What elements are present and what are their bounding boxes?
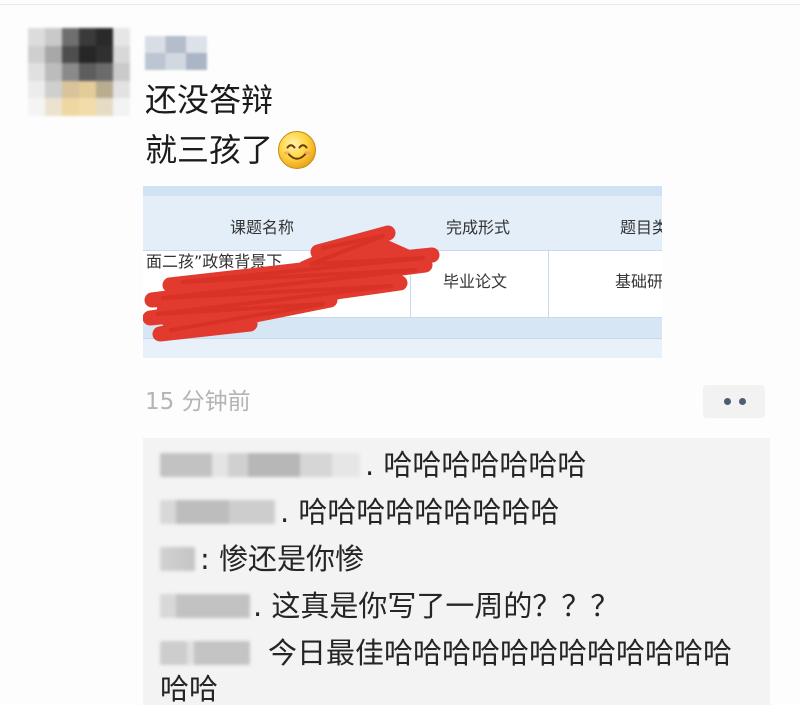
commenter-name-blurred[interactable] xyxy=(160,594,250,618)
avatar-mosaic-cell xyxy=(79,63,96,81)
red-redaction-scribble xyxy=(143,225,440,342)
post-text-line-with-emoji: 就三孩了 xyxy=(145,125,317,175)
post-image-attachment[interactable]: 课题名称 完成形式 题目类 面二孩”政策背景下 毕业论文 基础研 xyxy=(143,186,662,358)
avatar-mosaic-cell xyxy=(62,45,79,64)
avatar-mosaic-cell xyxy=(45,45,62,64)
avatar-mosaic-cell xyxy=(113,45,130,64)
dot xyxy=(739,398,746,405)
post-timestamp: 15 分钟前 xyxy=(145,389,251,415)
more-actions-button[interactable] xyxy=(703,385,765,418)
avatar-mosaic-cell xyxy=(96,28,113,46)
avatar-mosaic-cell xyxy=(62,98,79,116)
smile-emoji-icon xyxy=(277,130,317,170)
comment-text: . 哈哈哈哈哈哈哈哈哈 xyxy=(280,495,560,529)
avatar-mosaic-cell xyxy=(62,63,79,81)
comment-text: : 惨还是你惨 xyxy=(200,542,364,576)
avatar-mosaic-cell xyxy=(96,98,113,116)
avatar-mosaic-cell xyxy=(62,28,79,46)
post-text-line: 还没答辩 xyxy=(145,81,274,119)
comment-text: . 哈哈哈哈哈哈哈 xyxy=(365,448,587,482)
avatar-mosaic-cell xyxy=(113,63,130,81)
comment-item[interactable]: 今日最佳哈哈哈哈哈哈哈哈哈哈哈哈哈哈 xyxy=(160,635,750,705)
avatar-mosaic-cell xyxy=(28,45,45,64)
commenter-name-blurred[interactable] xyxy=(160,453,360,477)
avatar-mosaic-cell xyxy=(79,28,96,46)
avatar-mosaic-cell xyxy=(45,28,62,46)
avatar-mosaic-cell xyxy=(28,63,45,81)
dot xyxy=(724,398,731,405)
avatar-mosaic-cell xyxy=(96,80,113,99)
comment-item[interactable]: . 哈哈哈哈哈哈哈 xyxy=(160,447,750,483)
avatar-mosaic-cell xyxy=(79,98,96,116)
commenter-name-blurred[interactable] xyxy=(160,641,250,665)
post-text-line: 就三孩了 xyxy=(145,131,274,169)
avatar-mosaic-cell xyxy=(28,28,45,46)
avatar-mosaic-cell xyxy=(113,80,130,99)
avatar-mosaic-cell xyxy=(45,98,62,116)
avatar-mosaic-cell xyxy=(96,63,113,81)
avatar-mosaic-cell xyxy=(113,98,130,116)
avatar-mosaic-cell xyxy=(62,80,79,99)
comment-text: . 这真是你写了一周的？？？ xyxy=(253,589,620,623)
commenter-name-blurred[interactable] xyxy=(160,500,275,524)
author-name-blurred[interactable] xyxy=(145,36,207,70)
comment-item[interactable]: . 这真是你写了一周的？？？ xyxy=(160,588,750,624)
comments-panel: . 哈哈哈哈哈哈哈 . 哈哈哈哈哈哈哈哈哈 : 惨还是你惨 . 这真是你写了一周… xyxy=(143,438,770,705)
comment-item[interactable]: . 哈哈哈哈哈哈哈哈哈 xyxy=(160,494,750,530)
avatar-mosaic-cell xyxy=(45,63,62,81)
more-dots-icon xyxy=(724,398,746,405)
avatar-mosaic-cell xyxy=(45,80,62,99)
comment-item[interactable]: : 惨还是你惨 xyxy=(160,541,750,577)
avatar-mosaic-cell xyxy=(79,80,96,99)
avatar-mosaic-cell xyxy=(96,45,113,64)
avatar-mosaic-cell xyxy=(28,80,45,99)
top-divider xyxy=(0,4,800,5)
avatar-mosaic-cell xyxy=(113,28,130,46)
avatar-mosaic-cell xyxy=(79,45,96,64)
post-text: 还没答辩 就三孩了 xyxy=(145,75,317,175)
author-avatar[interactable] xyxy=(28,28,130,116)
moments-post: 还没答辩 就三孩了 课题名称 完成形式 题目类 面二孩”政策背景下 毕业论文 基… xyxy=(0,0,800,705)
commenter-name-blurred[interactable] xyxy=(160,547,195,571)
avatar-mosaic-cell xyxy=(28,98,45,116)
